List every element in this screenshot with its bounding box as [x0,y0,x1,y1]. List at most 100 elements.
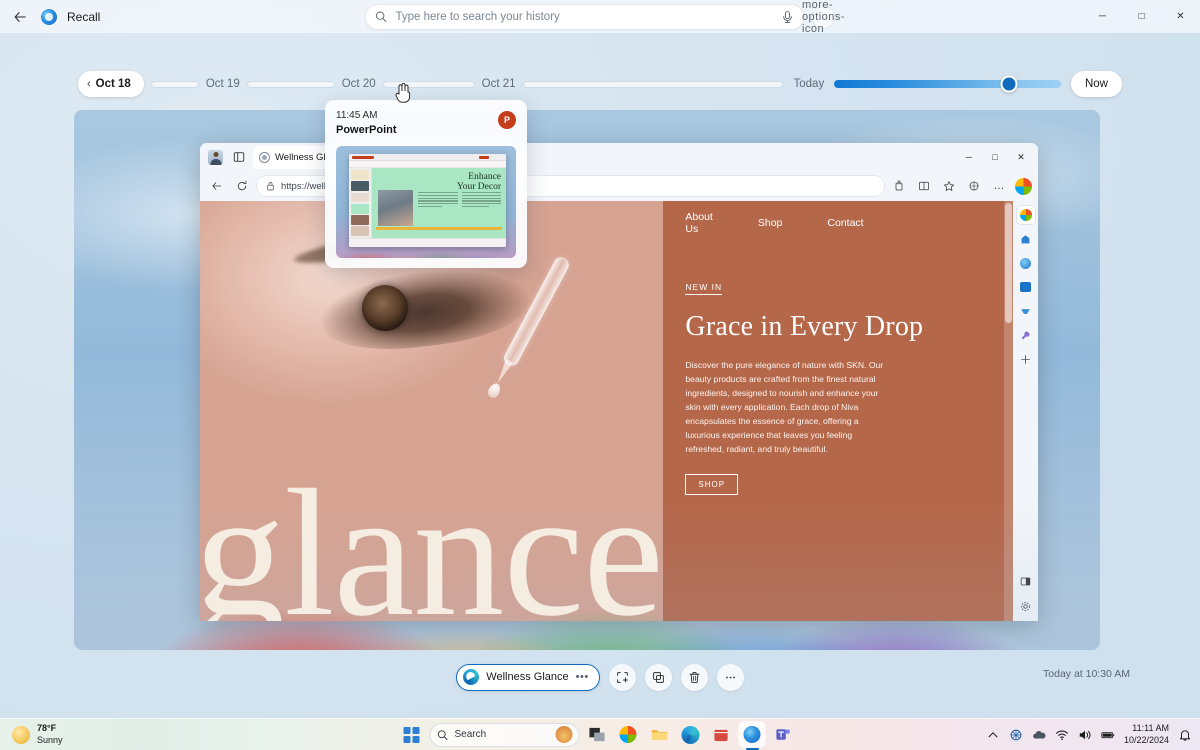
collections-button[interactable] [888,175,910,197]
copy-icon [652,671,664,683]
snapshot-app-pill[interactable]: Wellness Glance ••• [456,663,600,691]
taskbar-clock[interactable]: 11:11 AM 10/22/2024 [1124,723,1169,746]
timeline-day-oct21[interactable]: Oct 21 [482,78,516,90]
tab-actions-button[interactable] [229,148,248,167]
weather-condition: Sunny [37,734,63,745]
split-screen-icon [919,181,929,191]
hover-card-app-name: PowerPoint [336,124,397,136]
games-sidebar-button[interactable] [1017,302,1035,320]
browser-close-button[interactable]: ✕ [1008,145,1034,169]
selected-day-pill[interactable]: ‹ Oct 18 [78,71,144,97]
office-sidebar-button[interactable] [1017,254,1035,272]
recall-taskbar-button[interactable] [738,721,766,748]
shopping-sidebar-button[interactable] [1017,230,1035,248]
timeline-segment[interactable] [246,80,335,88]
task-view-button[interactable] [584,721,611,748]
maximize-button[interactable]: □ [1122,0,1161,33]
timeline-segment[interactable] [522,80,783,88]
back-arrow-icon [212,182,222,190]
search-more-options-button[interactable]: more-options-icon [802,0,845,35]
slide-thumbnail [351,226,369,236]
powerpoint-toolbar [349,161,506,168]
slide-thumbnail [351,215,369,225]
dropper-tube [501,254,571,368]
tools-sidebar-button[interactable] [1017,326,1035,344]
browser-reload-button[interactable] [231,175,253,197]
window-controls: ─ □ ✕ [1083,0,1200,33]
timeline-day-oct20[interactable]: Oct 20 [342,78,376,90]
timeline-segment[interactable] [382,80,475,88]
wifi-icon[interactable] [1055,728,1069,742]
back-arrow-icon [14,11,26,22]
microphone-icon[interactable] [781,10,795,24]
webpage: About Us Shop Contact NEW IN Grace in Ev… [200,201,1013,621]
split-screen-button[interactable] [913,175,935,197]
sidebar-toggle-button[interactable] [1017,572,1035,590]
timeline-day-oct19[interactable]: Oct 19 [206,78,240,90]
page-scrollbar[interactable] [1003,201,1013,621]
sync-icon[interactable] [1009,728,1023,742]
favorites-button[interactable] [938,175,960,197]
battery-icon[interactable] [1101,728,1115,742]
browser-essentials-button[interactable] [963,175,985,197]
browser-back-button[interactable] [206,175,228,197]
snip-button[interactable] [608,663,636,691]
sidebar-toggle-icon [1020,577,1031,585]
microsoft-store-button[interactable] [708,721,735,748]
shop-cta-button[interactable]: SHOP [685,474,739,495]
search-box[interactable] [364,3,805,30]
powerpoint-active-slide: Enhance Your Decor [372,168,506,238]
hover-card-thumbnail[interactable]: Enhance Your Decor [336,146,516,258]
copilot-sidebar-button[interactable] [1016,206,1035,224]
snapshot-hover-card[interactable]: 11:45 AM PowerPoint P Enhance Your Decor [325,100,527,268]
weather-text: 78°F Sunny [37,723,63,746]
taskbar-weather-widget[interactable]: 78°F Sunny [0,723,63,746]
teams-taskbar-button[interactable] [770,721,797,748]
browser-settings-more-button[interactable]: … [988,175,1010,197]
teams-icon [776,729,790,740]
page-scrollbar-thumb[interactable] [1004,203,1012,323]
onedrive-icon[interactable] [1032,728,1046,742]
nav-link-about-us[interactable]: About Us [685,211,712,235]
start-button-icon[interactable] [403,726,420,743]
copilot-taskbar-button[interactable] [615,721,642,748]
timeline-slider-thumb[interactable] [1000,75,1018,93]
chevron-up-icon[interactable] [986,728,1000,742]
add-sidebar-button[interactable] [1017,350,1035,368]
games-icon [1021,308,1030,314]
nav-link-shop[interactable]: Shop [758,217,783,229]
timeline-scrubber[interactable]: ‹ Oct 18 Oct 19 Oct 20 Oct 21 Today Now [78,70,1122,98]
minimize-button[interactable]: ─ [1083,0,1122,33]
close-button[interactable]: ✕ [1161,0,1200,33]
more-options-button[interactable] [716,663,744,691]
snapshot-action-bar: Wellness Glance ••• [0,660,1200,694]
search-input[interactable] [395,10,781,23]
notification-bell-icon[interactable] [1178,728,1192,742]
delete-button[interactable] [680,663,708,691]
taskbar-center-group: Search [403,721,797,748]
more-icon [725,676,735,678]
eyebrow-label: NEW IN [685,282,723,295]
nav-link-contact[interactable]: Contact [827,217,863,229]
search-highlight-image [555,726,573,743]
office-icon[interactable] [1015,177,1032,195]
recall-icon [41,8,57,25]
taskbar-search-box[interactable]: Search [429,722,580,747]
volume-icon[interactable] [1078,728,1092,742]
browser-minimize-button[interactable]: ─ [956,145,982,169]
copy-button[interactable] [644,663,672,691]
file-explorer-button[interactable] [646,721,673,748]
app-pill-more-icon[interactable]: ••• [576,671,589,683]
timeline-segment[interactable] [150,80,199,88]
outlook-sidebar-button[interactable] [1017,278,1035,296]
edge-taskbar-button[interactable] [677,721,704,748]
browser-maximize-button[interactable]: □ [982,145,1008,169]
search-area: more-options-icon [364,0,845,35]
browser-profile-button[interactable] [206,148,225,167]
sidebar-settings-button[interactable] [1017,597,1035,615]
back-button[interactable] [5,2,35,32]
now-button[interactable]: Now [1070,71,1122,97]
office-icon [1020,257,1031,269]
timeline-slider[interactable] [834,75,1061,93]
hover-card-time: 11:45 AM [336,110,378,121]
